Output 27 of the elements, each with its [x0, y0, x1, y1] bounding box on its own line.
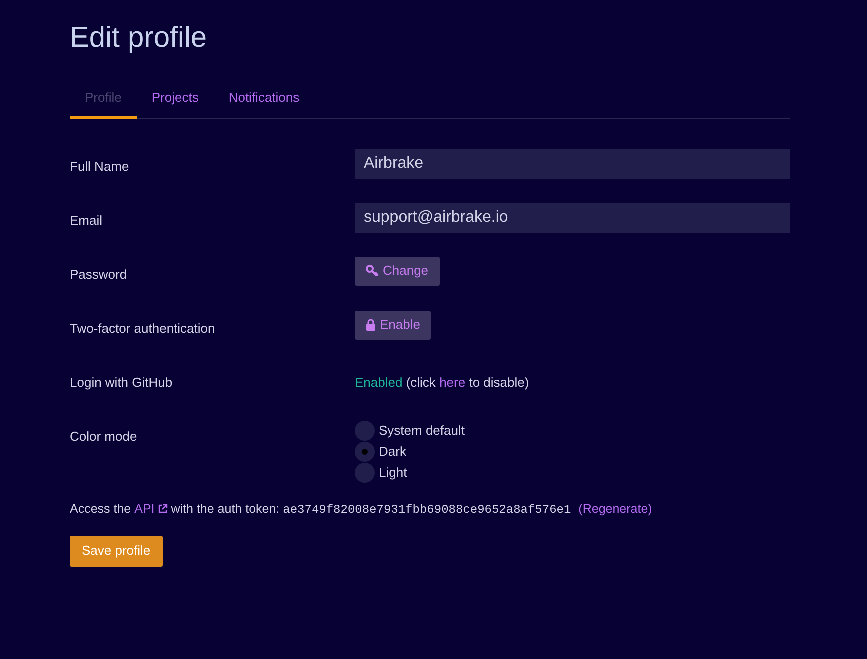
api-link[interactable]: API: [134, 500, 168, 518]
radio-label: Dark: [379, 443, 406, 462]
github-status-text: Enabled (click here to disable): [355, 374, 530, 392]
radio-label: System default: [379, 422, 465, 440]
field-label: Login with GitHub: [70, 374, 173, 390]
link[interactable]: here: [440, 374, 466, 390]
action-button[interactable]: Change: [355, 256, 440, 286]
tab[interactable]: Notifications: [214, 86, 315, 118]
radio-label: Light: [379, 464, 408, 482]
field-label: Color mode: [70, 428, 138, 444]
key-icon: [366, 265, 379, 277]
radio-button[interactable]: [355, 463, 375, 483]
radio-button[interactable]: [355, 421, 375, 441]
field-label: Email: [70, 212, 103, 228]
api-token-text: Access the API with the auth token: ae3749f82008e7931fbb69088ce9652a8af576e1 (Regenerate): [70, 500, 654, 518]
input-field[interactable]: Airbrake: [355, 148, 790, 178]
lock-icon: [366, 319, 376, 331]
input-field[interactable]: support@airbrake.io: [355, 202, 790, 232]
page-title: Edit profile: [70, 21, 208, 56]
field-label: Full Name: [70, 158, 130, 174]
field-label: Password: [70, 266, 128, 282]
radio-button[interactable]: [355, 442, 375, 462]
field-label: Two-factor authentication: [70, 320, 216, 336]
action-button[interactable]: Enable: [355, 310, 432, 340]
tab[interactable]: Projects: [136, 86, 214, 118]
external-link-icon: [158, 504, 168, 514]
regenerate-link[interactable]: (Regenerate): [578, 502, 652, 516]
